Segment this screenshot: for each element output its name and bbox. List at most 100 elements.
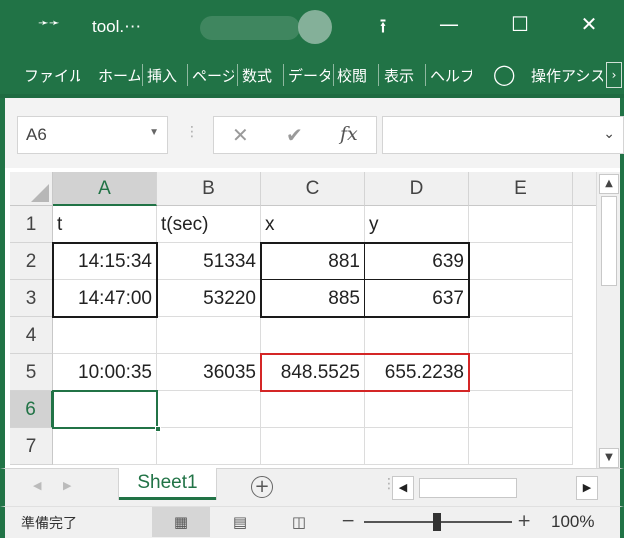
cell-C7[interactable] xyxy=(261,428,365,465)
cell-B6[interactable] xyxy=(157,391,261,428)
cell-E1[interactable] xyxy=(469,206,573,243)
tab-help[interactable]: ヘルプ xyxy=(430,65,472,86)
tab-formulas[interactable]: 数式 xyxy=(242,65,280,86)
name-box[interactable]: A6 ▼ xyxy=(17,116,168,154)
previous-sheet-icon[interactable]: ◀ xyxy=(33,479,41,492)
cell-A2[interactable]: 14:15:34 xyxy=(53,243,157,280)
tab-data[interactable]: データ xyxy=(288,65,330,86)
column-header-A[interactable]: A xyxy=(53,172,157,206)
cell-D4[interactable] xyxy=(365,317,469,354)
cell-C3[interactable]: 885 xyxy=(261,280,365,317)
lightbulb-icon[interactable]: ◯ xyxy=(493,62,515,86)
cell-A4[interactable] xyxy=(53,317,157,354)
row-header-4[interactable]: 4 xyxy=(10,317,53,354)
scroll-right-icon[interactable]: ▶ xyxy=(576,476,598,500)
horizontal-scrollbar[interactable]: ◀ ▶ xyxy=(392,476,600,500)
insert-function-icon[interactable]: fx xyxy=(340,123,358,145)
select-all-button[interactable] xyxy=(10,172,53,206)
cell-E5[interactable] xyxy=(469,354,573,391)
scroll-down-icon[interactable]: ▼ xyxy=(599,448,619,468)
formula-input[interactable]: ⌄ xyxy=(382,116,624,154)
horizontal-scroll-thumb[interactable] xyxy=(419,478,517,498)
cell-D1[interactable]: y xyxy=(365,206,469,243)
cell-C4[interactable] xyxy=(261,317,365,354)
sheet-tab-sheet1[interactable]: Sheet1 xyxy=(119,468,216,500)
row-header-7[interactable]: 7 xyxy=(10,428,53,465)
row-header-1[interactable]: 1 xyxy=(10,206,53,243)
tab-page-layout[interactable]: ページ xyxy=(192,65,234,86)
cell-E2[interactable] xyxy=(469,243,573,280)
cell-E6[interactable] xyxy=(469,391,573,428)
tab-separator xyxy=(425,64,426,86)
blurred-account-name xyxy=(200,16,300,40)
normal-view-icon[interactable]: ▦ xyxy=(152,507,210,537)
quick-access-chevron-icon[interactable]: ➛➛ xyxy=(38,16,60,31)
scroll-up-icon[interactable]: ▲ xyxy=(599,174,619,194)
zoom-out-button[interactable]: − xyxy=(341,511,355,531)
cancel-icon[interactable]: ✕ xyxy=(232,123,249,147)
tell-me-search[interactable]: 操作アシス xyxy=(531,65,603,86)
name-box-dropdown-icon[interactable]: ▼ xyxy=(149,127,159,138)
tab-file[interactable]: ファイル xyxy=(24,65,80,86)
row-header-3[interactable]: 3 xyxy=(10,280,53,317)
ribbon-display-options-icon[interactable]: ⭱ xyxy=(368,12,398,46)
page-layout-view-icon[interactable]: ▤ xyxy=(211,507,269,537)
formula-buttons: ✕ ✔ fx xyxy=(213,116,377,154)
cell-C2[interactable]: 881 xyxy=(261,243,365,280)
cell-D5[interactable]: 655.2238 xyxy=(365,354,469,391)
vertical-scroll-thumb[interactable] xyxy=(601,196,617,286)
tab-separator xyxy=(237,64,238,86)
cell-B3[interactable]: 53220 xyxy=(157,280,261,317)
column-header-C[interactable]: C xyxy=(261,172,365,206)
row-header-6[interactable]: 6 xyxy=(10,391,53,428)
cell-D3[interactable]: 637 xyxy=(365,280,469,317)
cell-A1[interactable]: t xyxy=(53,206,157,243)
scroll-left-icon[interactable]: ◀ xyxy=(392,476,414,500)
cell-C5[interactable]: 848.5525 xyxy=(261,354,365,391)
cell-E3[interactable] xyxy=(469,280,573,317)
cell-E4[interactable] xyxy=(469,317,573,354)
ribbon-scroll-right-icon[interactable]: › xyxy=(606,62,622,88)
cell-B1[interactable]: t(sec) xyxy=(157,206,261,243)
resize-handle-icon[interactable]: ⋮ xyxy=(185,124,199,140)
tab-insert[interactable]: 挿入 xyxy=(147,65,185,86)
next-sheet-icon[interactable]: ▶ xyxy=(63,479,71,492)
add-sheet-icon[interactable]: + xyxy=(251,476,273,498)
fill-handle[interactable] xyxy=(155,426,161,432)
zoom-level[interactable]: 100% xyxy=(551,512,594,532)
cell-D2[interactable]: 639 xyxy=(365,243,469,280)
cell-C6[interactable] xyxy=(261,391,365,428)
column-header-D[interactable]: D xyxy=(365,172,469,206)
close-button[interactable]: ✕ xyxy=(574,12,604,36)
cell-B5[interactable]: 36035 xyxy=(157,354,261,391)
tab-separator xyxy=(142,64,143,86)
restore-button[interactable]: ☐ xyxy=(505,12,535,36)
expand-formula-bar-icon[interactable]: ⌄ xyxy=(603,126,615,142)
cell-A5[interactable]: 10:00:35 xyxy=(53,354,157,391)
cell-A7[interactable] xyxy=(53,428,157,465)
cell-B4[interactable] xyxy=(157,317,261,354)
vertical-scrollbar[interactable]: ▲ ▼ xyxy=(596,172,620,468)
enter-icon[interactable]: ✔ xyxy=(286,123,303,147)
row-header-5[interactable]: 5 xyxy=(10,354,53,391)
tab-review[interactable]: 校閲 xyxy=(337,65,375,86)
sheet-tabs-bar: ◀ ▶ Sheet1 + ⋮ ◀ ▶ xyxy=(0,468,624,506)
column-header-F[interactable] xyxy=(573,172,597,206)
cell-D7[interactable] xyxy=(365,428,469,465)
zoom-in-button[interactable]: + xyxy=(517,511,531,531)
tab-view[interactable]: 表示 xyxy=(384,65,422,86)
page-break-preview-icon[interactable]: ◫ xyxy=(270,507,328,537)
column-header-E[interactable]: E xyxy=(469,172,573,206)
cell-C1[interactable]: x xyxy=(261,206,365,243)
tab-home[interactable]: ホーム xyxy=(98,65,140,86)
cell-D6[interactable] xyxy=(365,391,469,428)
cell-E7[interactable] xyxy=(469,428,573,465)
row-header-2[interactable]: 2 xyxy=(10,243,53,280)
cell-B7[interactable] xyxy=(157,428,261,465)
cell-A3[interactable]: 14:47:00 xyxy=(53,280,157,317)
column-header-B[interactable]: B xyxy=(157,172,261,206)
minimize-button[interactable]: — xyxy=(434,12,464,36)
avatar[interactable] xyxy=(298,10,332,44)
zoom-slider-handle[interactable] xyxy=(433,513,441,531)
cell-B2[interactable]: 51334 xyxy=(157,243,261,280)
